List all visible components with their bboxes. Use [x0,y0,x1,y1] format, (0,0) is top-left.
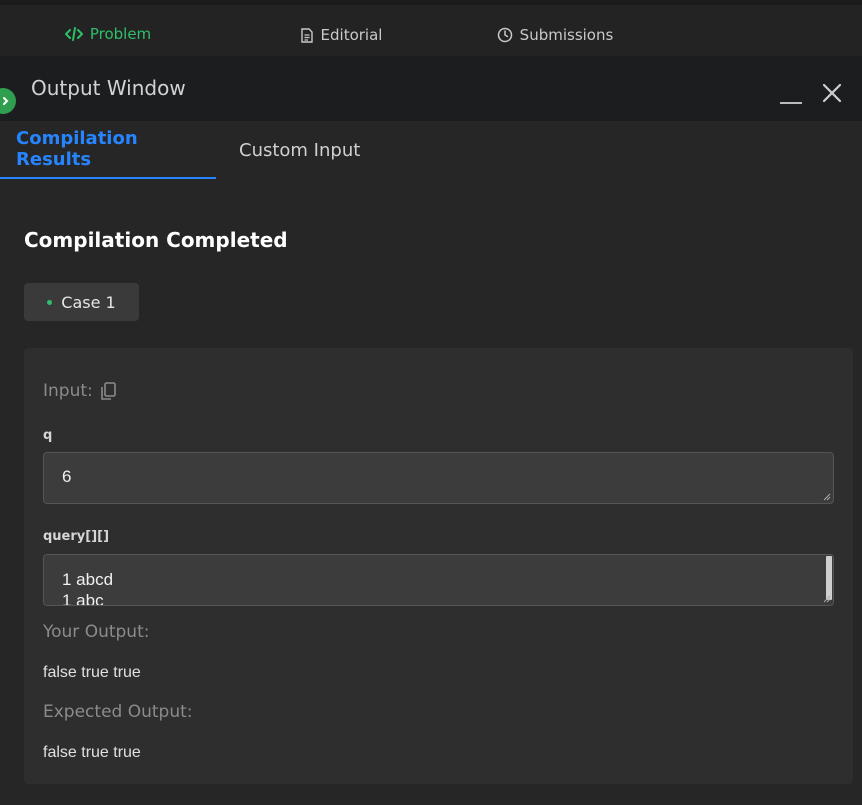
tab-compilation-results[interactable]: Compilation Results [0,121,216,179]
run-button[interactable] [0,88,16,114]
top-tab-bar: Problem Editorial Submissions [0,0,862,60]
status-heading: Compilation Completed [24,228,288,252]
close-icon [822,83,842,103]
your-output-value: false true true [43,664,141,681]
tab-label: Editorial [320,26,383,44]
clock-icon [497,27,513,43]
tab-custom-input[interactable]: Custom Input [239,121,360,179]
code-icon [64,27,83,41]
output-window-title: Output Window [31,76,186,100]
close-button[interactable] [821,82,843,104]
copy-icon[interactable] [100,381,117,401]
result-tabs: Compilation Results Custom Input [0,121,862,179]
case-label: Case 1 [61,292,116,312]
tab-label: Problem [89,25,152,43]
status-dot [47,299,53,305]
q-value: 6 [62,467,72,486]
q-value-field[interactable]: 6 [43,452,834,504]
tab-label: Submissions [519,26,614,44]
test-case-panel: Input: q 6 query[][] 1 abcd 1 abc Your O… [24,348,853,784]
input-label: Input: [43,381,93,401]
input-label-row: Input: [43,381,117,401]
variable-name-q: q [43,428,53,443]
tab-problem[interactable]: Problem [0,10,216,60]
your-output-label: Your Output: [43,622,150,642]
case-1-button[interactable]: Case 1 [24,283,139,321]
query-value-field[interactable]: 1 abcd 1 abc [43,554,834,606]
query-line: 1 abc [62,591,104,606]
scrollbar[interactable] [826,556,832,600]
resize-grip-icon[interactable] [823,595,831,603]
expected-output-value: false true true [43,744,141,761]
output-window-header: Output Window [0,56,862,121]
tab-submissions[interactable]: Submissions [448,10,662,60]
document-icon [300,27,314,43]
query-line: 1 abcd [62,570,114,589]
resize-grip-icon[interactable] [823,493,831,501]
chevron-right-icon [3,97,9,105]
expected-output-label: Expected Output: [43,702,193,722]
minimize-button[interactable] [780,94,804,104]
variable-name-query: query[][] [43,529,110,544]
minimize-icon [780,102,802,104]
tab-editorial[interactable]: Editorial [234,10,448,60]
